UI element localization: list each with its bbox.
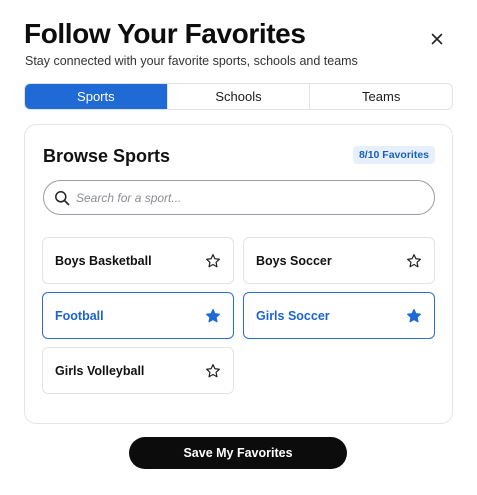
search-box	[43, 180, 435, 215]
sport-label: Football	[55, 308, 104, 323]
star-outline-icon[interactable]	[406, 253, 422, 269]
star-filled-icon[interactable]	[406, 308, 422, 324]
favorites-count-badge: 8/10 Favorites	[352, 146, 435, 164]
sport-card-boys-soccer[interactable]: Boys Soccer	[243, 237, 435, 284]
tab-schools[interactable]: Schools	[166, 84, 310, 109]
sport-card-girls-soccer[interactable]: Girls Soccer	[243, 292, 435, 339]
dialog-title: Follow Your Favorites	[24, 18, 306, 49]
panel-title: Browse Sports	[43, 146, 171, 166]
sport-label: Boys Soccer	[256, 253, 332, 268]
star-outline-icon[interactable]	[205, 363, 221, 379]
sport-label: Girls Soccer	[256, 308, 330, 323]
save-favorites-button[interactable]: Save My Favorites	[129, 437, 347, 469]
sport-card-football[interactable]: Football	[42, 292, 234, 339]
category-tabs: Sports Schools Teams	[24, 83, 453, 110]
sport-card-boys-basketball[interactable]: Boys Basketball	[42, 237, 234, 284]
star-outline-icon[interactable]	[205, 253, 221, 269]
sport-label: Boys Basketball	[55, 253, 152, 268]
tab-label: Teams	[362, 89, 401, 104]
sport-card-girls-volleyball[interactable]: Girls Volleyball	[42, 347, 234, 394]
tab-teams[interactable]: Teams	[309, 84, 452, 109]
search-icon	[55, 190, 70, 205]
sport-label: Girls Volleyball	[55, 363, 145, 378]
close-button[interactable]	[427, 29, 447, 49]
search-input[interactable]	[76, 190, 396, 205]
dialog-subtitle: Stay connected with your favorite sports…	[25, 54, 358, 68]
star-filled-icon[interactable]	[205, 308, 221, 324]
tab-label: Sports	[77, 89, 115, 104]
tab-label: Schools	[215, 89, 262, 104]
close-icon	[431, 33, 443, 45]
browse-sports-panel: Browse Sports 8/10 Favorites Boys Basket…	[24, 124, 453, 424]
tab-sports[interactable]: Sports	[25, 84, 167, 109]
